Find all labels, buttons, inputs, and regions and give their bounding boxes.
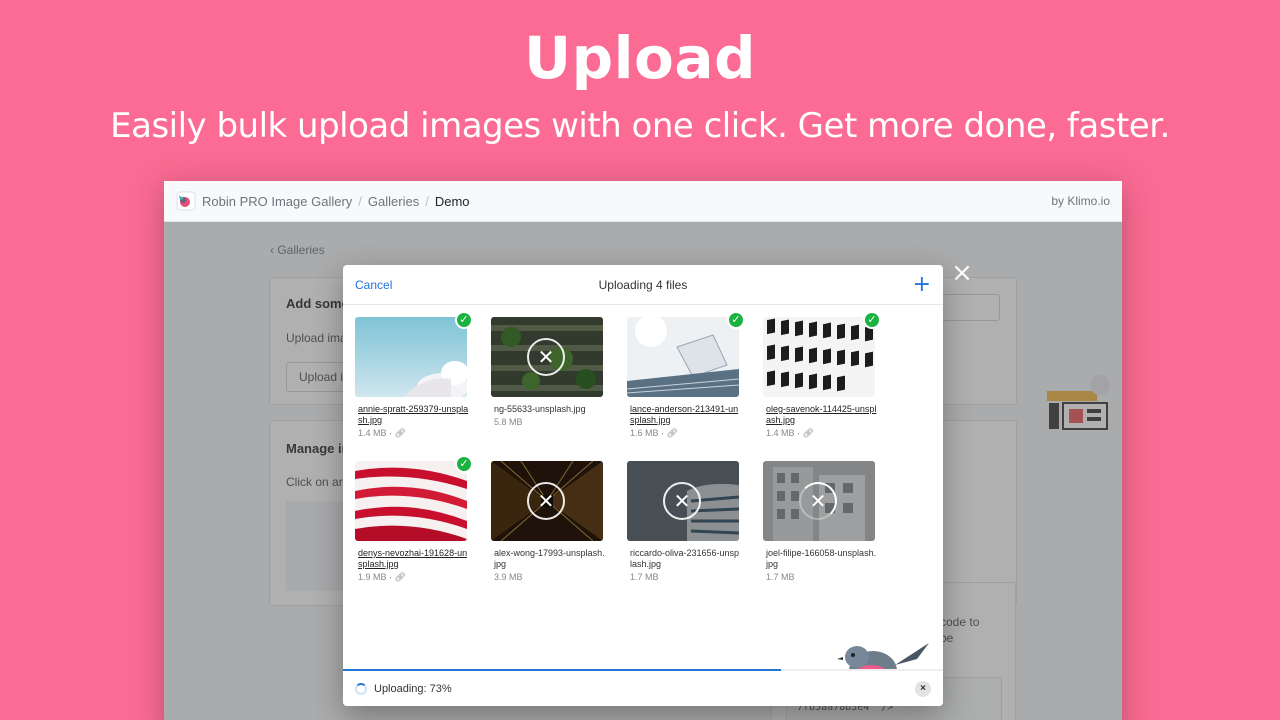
close-icon[interactable]: ✕ bbox=[527, 338, 565, 376]
file-size: 1.4 MB bbox=[766, 428, 795, 438]
file-name: joel-filipe-166058-unsplash.jpg bbox=[766, 548, 877, 569]
file-thumbnail bbox=[355, 317, 467, 397]
file-name: riccardo-oliva-231656-unsplash.jpg bbox=[630, 548, 740, 569]
breadcrumb-galleries[interactable]: Galleries bbox=[368, 194, 419, 209]
file-thumbnail: ✕ bbox=[763, 461, 875, 541]
byline-link[interactable]: by Klimo.io bbox=[1051, 194, 1110, 208]
upload-status-text: Uploading: 73% bbox=[374, 682, 452, 695]
file-size: 5.8 MB bbox=[494, 417, 523, 427]
file-meta: 1.6 MB · 🔗︎ bbox=[630, 428, 678, 438]
file-tile[interactable]: ✓ denys-nevozhai-191628-unsplash.jpg 1.9… bbox=[355, 455, 473, 583]
file-size: 1.6 MB bbox=[630, 428, 659, 438]
file-name: denys-nevozhai-191628-unsplash.jpg bbox=[358, 548, 468, 569]
modal-header: Cancel Uploading 4 files + bbox=[343, 265, 943, 305]
check-icon: ✓ bbox=[455, 311, 473, 329]
upload-modal: Cancel Uploading 4 files + ✓ annie-sprat… bbox=[343, 265, 943, 706]
file-meta: 1.9 MB · 🔗︎ bbox=[358, 572, 406, 582]
progress-ring-icon: ✕ bbox=[799, 482, 837, 520]
breadcrumb-current: Demo bbox=[434, 193, 470, 209]
link-icon[interactable]: 🔗︎ bbox=[395, 428, 406, 438]
file-tile[interactable]: ✓ lance-anderson-213491-unsplash.jpg 1.6… bbox=[627, 311, 745, 439]
link-icon[interactable]: 🔗︎ bbox=[395, 572, 406, 582]
file-name: oleg-savenok-114425-unsplash.jpg bbox=[766, 404, 877, 425]
robin-logo-icon bbox=[176, 191, 196, 211]
cancel-upload-button[interactable]: × bbox=[915, 680, 931, 697]
check-icon: ✓ bbox=[863, 311, 881, 329]
close-icon[interactable]: ✕ bbox=[527, 482, 565, 520]
hero-subtitle: Easily bulk upload images with one click… bbox=[110, 106, 1170, 146]
breadcrumb-app[interactable]: Robin PRO Image Gallery bbox=[202, 194, 352, 209]
close-icon[interactable]: ✕ bbox=[663, 482, 701, 520]
breadcrumb-separator: / bbox=[358, 193, 362, 209]
file-thumbnail bbox=[763, 317, 875, 397]
check-icon: ✓ bbox=[727, 311, 745, 329]
file-size: 1.7 MB bbox=[630, 572, 659, 582]
upload-status-bar: Uploading: 73% × bbox=[343, 671, 943, 706]
close-icon[interactable]: × bbox=[950, 260, 974, 286]
file-tile[interactable]: ✓ oleg-savenok-114425-unsplash.jpg 1.4 M… bbox=[763, 311, 881, 439]
file-thumbnail: ✕ bbox=[491, 461, 603, 541]
file-grid: ✓ annie-spratt-259379-unsplash.jpg 1.4 M… bbox=[355, 311, 935, 699]
file-tile[interactable]: ✕ ng-55633-unsplash.jpg 5.8 MB bbox=[491, 317, 605, 427]
file-size: 1.4 MB bbox=[358, 428, 387, 438]
file-tile[interactable]: ✓ annie-spratt-259379-unsplash.jpg 1.4 M… bbox=[355, 311, 473, 439]
file-thumbnail bbox=[355, 461, 467, 541]
add-files-button[interactable]: + bbox=[913, 273, 931, 295]
link-icon[interactable]: 🔗︎ bbox=[803, 428, 814, 438]
file-size: 1.9 MB bbox=[358, 572, 387, 582]
file-tile[interactable]: ✕ alex-wong-17993-unsplash.jpg 3.9 MB bbox=[491, 461, 605, 582]
file-meta: 1.4 MB · 🔗︎ bbox=[358, 428, 406, 438]
hero-title: Upload bbox=[524, 24, 756, 92]
file-meta: 1.4 MB · 🔗︎ bbox=[766, 428, 814, 438]
file-thumbnail: ✕ bbox=[491, 317, 603, 397]
check-icon: ✓ bbox=[455, 455, 473, 473]
file-name: annie-spratt-259379-unsplash.jpg bbox=[358, 404, 469, 425]
file-tile[interactable]: ✕ joel-filipe-166058-unsplash.jpg 1.7 MB bbox=[763, 461, 877, 582]
cancel-button[interactable]: Cancel bbox=[355, 278, 392, 292]
spinner-icon bbox=[355, 682, 367, 695]
top-navbar: Robin PRO Image Gallery / Galleries / De… bbox=[164, 181, 1122, 222]
file-size: 3.9 MB bbox=[494, 572, 523, 582]
file-name: lance-anderson-213491-unsplash.jpg bbox=[630, 404, 739, 425]
breadcrumb-separator: / bbox=[425, 193, 429, 209]
file-size: 1.7 MB bbox=[766, 572, 795, 582]
file-name: alex-wong-17993-unsplash.jpg bbox=[494, 548, 605, 569]
file-thumbnail bbox=[627, 317, 739, 397]
file-thumbnail: ✕ bbox=[627, 461, 739, 541]
modal-title: Uploading 4 files bbox=[598, 277, 688, 292]
file-name: ng-55633-unsplash.jpg bbox=[494, 404, 586, 414]
link-icon[interactable]: 🔗︎ bbox=[667, 428, 678, 438]
file-tile[interactable]: ✕ riccardo-oliva-231656-unsplash.jpg 1.7… bbox=[627, 461, 741, 582]
